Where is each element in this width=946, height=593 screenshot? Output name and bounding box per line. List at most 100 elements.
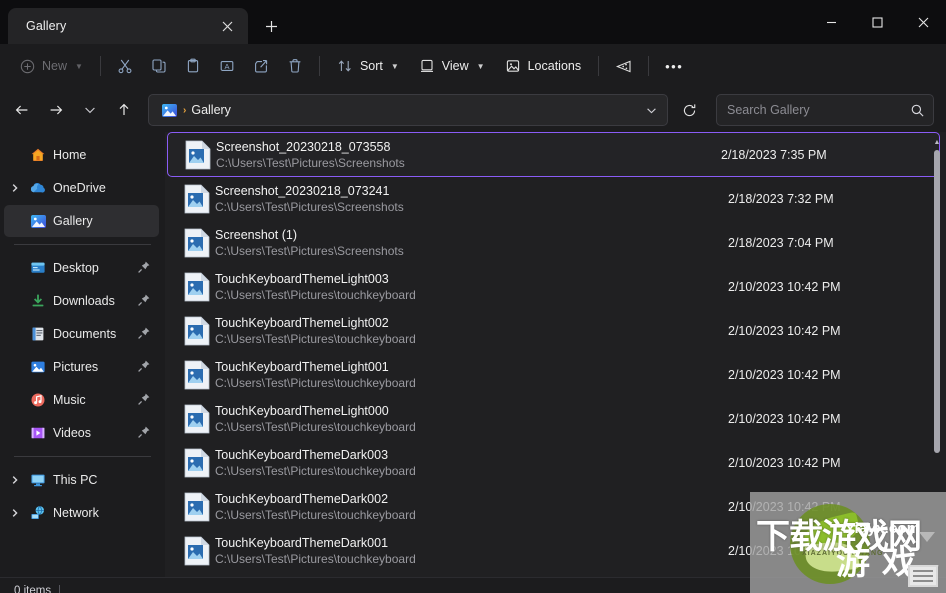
table-row[interactable]: TouchKeyboardThemeLight001 C:\Users\Test… [165,353,946,397]
file-list[interactable]: Screenshot_20230218_073558 C:\Users\Test… [165,132,946,577]
image-file-icon [179,272,215,302]
chevron-right-icon[interactable] [4,183,26,193]
close-window-button[interactable] [900,0,946,44]
table-row[interactable]: TouchKeyboardThemeDark003 C:\Users\Test\… [165,441,946,485]
pin-icon[interactable] [137,392,151,409]
file-date: 2/10/2023 10:42 PM [728,368,841,382]
sidebar-item-network[interactable]: Network [4,497,159,529]
sidebar-item-videos[interactable]: Videos [4,417,159,449]
title-bar: Gallery [0,0,946,44]
file-date: 2/10/2023 10:42 PM [728,412,841,426]
new-button-label: New [42,59,68,73]
more-options-button[interactable]: ••• [656,50,692,82]
forward-arrow-icon[interactable] [40,94,72,126]
download-icon [26,293,50,309]
table-row[interactable]: Screenshot_20230218_073558 C:\Users\Test… [167,132,940,177]
table-row[interactable]: TouchKeyboardThemeLight000 C:\Users\Test… [165,397,946,441]
trash-icon [287,58,303,74]
paste-button[interactable] [176,50,210,82]
copy-button[interactable] [142,50,176,82]
sidebar-item-home[interactable]: Home [4,139,159,171]
chevron-right-icon[interactable] [4,508,26,518]
pin-icon[interactable] [137,326,151,343]
pin-icon[interactable] [137,425,151,442]
delete-button[interactable] [278,50,312,82]
table-row[interactable]: Screenshot_20230218_073241 C:\Users\Test… [165,177,946,221]
pin-icon[interactable] [137,293,151,310]
address-bar[interactable]: › Gallery [148,94,668,126]
gallery-icon [161,102,178,119]
sidebar-item-gallery[interactable]: Gallery [4,205,159,237]
file-path: C:\Users\Test\Pictures\touchkeyboard [215,376,416,390]
new-tab-button[interactable] [256,11,286,41]
file-info: TouchKeyboardThemeDark001 C:\Users\Test\… [215,536,728,566]
filter-button[interactable] [606,50,641,82]
chevron-right-icon[interactable] [4,475,26,485]
sidebar-item-label: Videos [53,426,91,440]
video-icon [26,425,50,441]
scroll-down-icon[interactable]: ▼ [934,561,941,573]
address-dropdown-icon[interactable] [639,97,663,123]
recent-locations-icon[interactable] [74,94,106,126]
sidebar-item-onedrive[interactable]: OneDrive [4,172,159,204]
rename-button[interactable]: A [210,50,244,82]
file-info: TouchKeyboardThemeLight000 C:\Users\Test… [215,404,728,434]
file-name: Screenshot_20230218_073558 [216,139,391,154]
image-file-icon [180,140,216,170]
search-icon[interactable] [910,103,925,118]
tab-gallery[interactable]: Gallery [8,8,248,44]
sidebar-item-label: Pictures [53,360,99,374]
sidebar-item-music[interactable]: Music [4,384,159,416]
scrollbar-thumb[interactable] [934,150,940,453]
file-name: TouchKeyboardThemeLight001 [215,360,389,374]
cut-button[interactable] [108,50,142,82]
pin-icon[interactable] [137,260,151,277]
sidebar-item-downloads[interactable]: Downloads [4,285,159,317]
file-explorer-window: Gallery New ▼ A Sort ▼ View ▼ Locations … [0,0,946,593]
status-divider [59,584,61,593]
minimize-button[interactable] [808,0,854,44]
view-button-label: View [441,59,469,73]
maximize-button[interactable] [854,0,900,44]
network-icon [26,505,50,521]
search-box[interactable] [716,94,934,126]
table-row[interactable]: TouchKeyboardThemeLight003 C:\Users\Test… [165,265,946,309]
sidebar-item-pictures[interactable]: Pictures [4,351,159,383]
sidebar-item-documents[interactable]: Documents [4,318,159,350]
sidebar-item-desktop[interactable]: Desktop [4,252,159,284]
scroll-up-icon[interactable]: ▲ [934,136,941,148]
search-input[interactable] [727,103,910,117]
sort-button[interactable]: Sort ▼ [327,50,409,82]
sidebar-item-this-pc[interactable]: This PC [4,464,159,496]
close-icon[interactable] [214,13,240,39]
scrollbar-track[interactable] [931,148,943,561]
share-button[interactable] [244,50,278,82]
refresh-icon[interactable] [674,95,704,125]
breadcrumb[interactable]: › Gallery [157,102,235,119]
tab-title: Gallery [26,19,67,33]
chevron-down-icon: ▼ [75,61,83,71]
home-icon [26,147,50,163]
table-row[interactable]: Screenshot (1) C:\Users\Test\Pictures\Sc… [165,221,946,265]
table-row[interactable]: TouchKeyboardThemeDark001 C:\Users\Test\… [165,529,946,573]
file-date: 2/10/2023 10:42 PM [728,500,841,514]
sidebar-item-label: Network [53,506,99,520]
sidebar-item-label: This PC [53,473,98,487]
file-info: Screenshot_20230218_073241 C:\Users\Test… [215,184,728,214]
file-path: C:\Users\Test\Pictures\Screenshots [215,244,404,258]
file-info: TouchKeyboardThemeDark002 C:\Users\Test\… [215,492,728,522]
locations-button[interactable]: Locations [495,50,592,82]
table-row[interactable]: TouchKeyboardThemeLight002 C:\Users\Test… [165,309,946,353]
image-file-icon [179,492,215,522]
back-arrow-icon[interactable] [6,94,38,126]
up-arrow-icon[interactable] [108,94,140,126]
monitor-icon [26,472,50,488]
file-date: 2/10/2023 10:42 PM [728,324,841,338]
table-row[interactable]: TouchKeyboardThemeDark002 C:\Users\Test\… [165,485,946,529]
vertical-scrollbar[interactable]: ▲ ▼ [931,136,943,573]
view-button[interactable]: View ▼ [409,50,495,82]
navigation-pane: Home OneDrive Gallery Desktop Downloads … [0,132,165,577]
pin-icon[interactable] [137,359,151,376]
new-button[interactable]: New ▼ [10,50,93,82]
breadcrumb-separator: › [183,104,187,116]
